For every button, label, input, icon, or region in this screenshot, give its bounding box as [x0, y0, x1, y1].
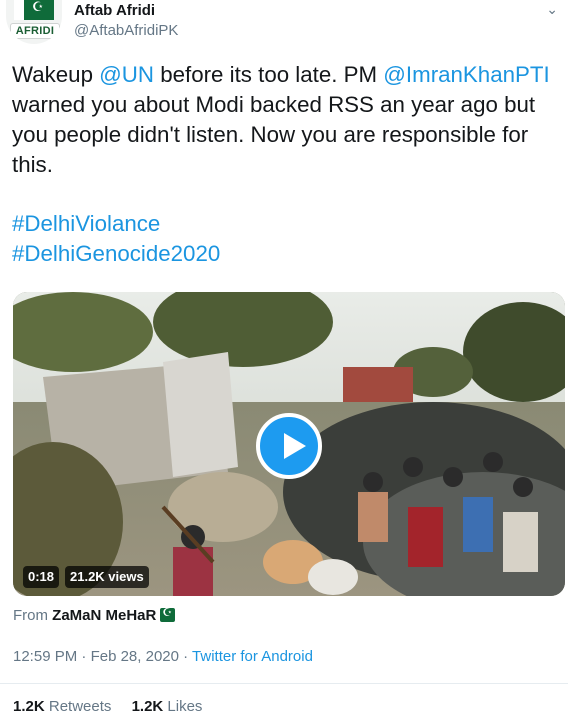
- video-duration: 0:18: [23, 566, 60, 588]
- author-name[interactable]: Aftab Afridi: [74, 2, 155, 19]
- play-icon[interactable]: [256, 413, 322, 479]
- hashtag-list: #DelhiViolance #DelhiGenocide2020: [12, 209, 220, 269]
- likes-label: Likes: [163, 698, 203, 715]
- author-handle[interactable]: @AftabAfridiPK: [74, 22, 178, 39]
- avatar-badge: AFRIDI: [10, 23, 60, 39]
- tweet-metadata: 12:59 PM · Feb 28, 2020 · Twitter for An…: [13, 648, 313, 665]
- tweet-text-part: warned you about Modi backed RSS an year…: [12, 92, 536, 177]
- likes-count: 1.2K: [131, 698, 164, 715]
- hashtag-delhigenocide2020[interactable]: #DelhiGenocide2020: [12, 239, 220, 269]
- retweets-label: Retweets: [44, 698, 112, 715]
- divider: [0, 683, 568, 684]
- video-views: 21.2K views: [65, 566, 149, 588]
- tweet-time[interactable]: 12:59 PM: [13, 648, 77, 665]
- client-app-link[interactable]: Twitter for Android: [192, 648, 313, 665]
- crescent-icon: ☪: [32, 0, 44, 15]
- tweet-text-part: before its too late. PM: [154, 62, 384, 87]
- meta-separator: ·: [178, 648, 193, 665]
- mention-un[interactable]: @UN: [99, 62, 154, 87]
- engagement-stats: 1.2K Retweets 1.2K Likes: [13, 698, 218, 715]
- avatar[interactable]: ☪ AFRIDI: [6, 0, 62, 44]
- hashtag-delhiviolance[interactable]: #DelhiViolance: [12, 209, 220, 239]
- source-account-link[interactable]: ZaMaN MeHaR: [52, 607, 156, 624]
- retweets-stat[interactable]: 1.2K Retweets: [13, 698, 111, 715]
- tweet-date[interactable]: Feb 28, 2020: [91, 648, 179, 665]
- likes-stat[interactable]: 1.2K Likes: [132, 698, 203, 715]
- video-source: From ZaMaN MeHaR: [13, 606, 176, 624]
- chevron-down-icon[interactable]: ⌄: [546, 2, 558, 18]
- meta-separator: ·: [77, 648, 91, 665]
- tweet-text-part: Wakeup: [12, 62, 100, 87]
- mention-imrankhanpti[interactable]: @ImranKhanPTI: [383, 62, 549, 87]
- tweet-text: Wakeup @UN before its too late. PM @Imra…: [12, 60, 560, 180]
- from-prefix: From: [13, 607, 53, 624]
- video-player[interactable]: 0:18 21.2K views: [13, 292, 565, 596]
- retweets-count: 1.2K: [13, 698, 45, 715]
- pakistan-flag-icon: [160, 606, 176, 622]
- flag-white-band: [14, 0, 24, 20]
